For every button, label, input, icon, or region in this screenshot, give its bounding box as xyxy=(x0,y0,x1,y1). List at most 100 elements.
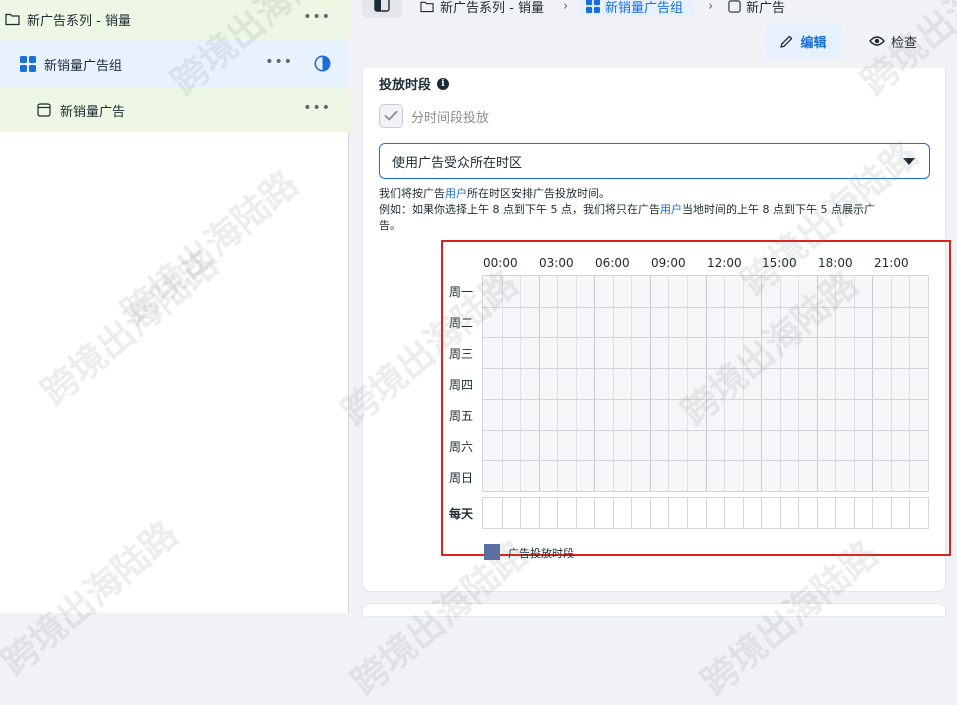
tree-item-adset[interactable]: 新销量广告组 ••• xyxy=(0,40,349,88)
info-icon[interactable]: i xyxy=(437,77,450,90)
hour-label: 00:00 xyxy=(483,256,518,270)
hour-label: 03:00 xyxy=(539,256,574,270)
grid-column-line xyxy=(575,276,577,491)
folder-icon xyxy=(420,1,434,12)
ad-name: 新销量广告 xyxy=(60,105,126,120)
day-label: 周六 xyxy=(449,440,474,454)
grid-column-line xyxy=(835,276,837,491)
next-card xyxy=(362,603,946,617)
grid-column-line xyxy=(612,276,614,491)
breadcrumb-adset[interactable]: 新销量广告组 xyxy=(586,0,683,16)
help-link-users[interactable]: 用户 xyxy=(445,187,467,200)
breadcrumb-campaign[interactable]: 新广告系列 - 销量 xyxy=(420,0,544,16)
grid-column-line xyxy=(668,276,670,491)
timezone-example-text-cont: 告。 xyxy=(379,219,401,232)
day-label: 周日 xyxy=(449,471,474,485)
pencil-icon xyxy=(780,35,793,48)
grid-column-line xyxy=(631,276,633,491)
hour-label: 09:00 xyxy=(651,256,686,270)
grid-column-line xyxy=(724,276,726,491)
legend-label: 广告投放时段 xyxy=(508,547,574,560)
inspect-button-label: 检查 xyxy=(890,35,917,51)
help-text: 当地时间的上午 8 点到下午 5 点展示广 xyxy=(681,203,875,216)
grid-column-line xyxy=(798,276,800,491)
hour-label: 12:00 xyxy=(707,256,742,270)
timezone-select[interactable]: 使用广告受众所在时区 xyxy=(379,143,930,179)
everyday-cell-divider xyxy=(742,498,744,528)
grid-column-line xyxy=(501,276,503,491)
schedule-title-text: 投放时段 xyxy=(379,78,432,93)
delivery-status-half-icon[interactable] xyxy=(314,55,331,72)
grid-column-line xyxy=(557,276,559,491)
everyday-cell-divider xyxy=(520,498,522,528)
sidebar-toggle-icon xyxy=(374,0,390,12)
tree-item-campaign[interactable]: 新广告系列 - 销量 ••• xyxy=(0,0,349,40)
everyday-cell-divider xyxy=(594,498,596,528)
hour-label: 06:00 xyxy=(595,256,630,270)
checkmark-icon xyxy=(384,110,398,121)
dayparting-label: 分时间段投放 xyxy=(411,111,490,126)
everyday-cell-divider xyxy=(798,498,800,528)
grid-column-line xyxy=(649,276,651,491)
day-label: 周三 xyxy=(449,347,474,361)
everyday-cell-divider xyxy=(686,498,688,528)
adset-more-button[interactable]: ••• xyxy=(265,54,293,70)
grid-row-line xyxy=(483,337,928,339)
help-link-users[interactable]: 用户 xyxy=(660,203,682,216)
everyday-row[interactable] xyxy=(482,497,929,529)
grid-column-line xyxy=(816,276,818,491)
schedule-grid[interactable] xyxy=(482,275,929,492)
tree-item-ad[interactable]: 新销量广告 ••• xyxy=(0,88,349,132)
dayparting-checkbox[interactable] xyxy=(379,104,403,128)
everyday-label: 每天 xyxy=(449,507,474,521)
caret-down-icon xyxy=(903,158,915,165)
campaign-name: 新广告系列 - 销量 xyxy=(27,14,131,29)
grid-column-line xyxy=(520,276,522,491)
breadcrumb-separator: › xyxy=(708,0,714,14)
adset-name: 新销量广告组 xyxy=(44,59,123,74)
breadcrumb-ad[interactable]: 新广告 xyxy=(728,0,785,16)
edit-button[interactable]: 编辑 xyxy=(765,23,841,59)
grid-column-line xyxy=(705,276,707,491)
breadcrumb-ad-label: 新广告 xyxy=(746,0,786,16)
grid-column-line xyxy=(853,276,855,491)
grid-column-line xyxy=(890,276,892,491)
everyday-cell-divider xyxy=(872,498,874,528)
ad-page-icon xyxy=(37,103,51,117)
everyday-cell-divider xyxy=(816,498,818,528)
ad-page-icon xyxy=(728,0,741,13)
grid-column-line xyxy=(872,276,874,491)
breadcrumb-adset-label: 新销量广告组 xyxy=(605,0,684,16)
timezone-example-text: 例如：如果你选择上午 8 点到下午 5 点，我们将只在广告用户当地时间的上午 8… xyxy=(379,203,875,217)
everyday-cell-divider xyxy=(501,498,503,528)
day-label: 周二 xyxy=(449,316,474,330)
grid-row-line xyxy=(483,368,928,370)
everyday-cell-divider xyxy=(538,498,540,528)
everyday-cell-divider xyxy=(705,498,707,528)
everyday-cell-divider xyxy=(557,498,559,528)
action-toolbar: 编辑 检查 xyxy=(350,18,957,68)
campaign-tree-panel: 新广告系列 - 销量 ••• 新销量广告组 ••• 新销量广告 ••• xyxy=(0,0,349,613)
grid-column-line xyxy=(594,276,596,491)
breadcrumb: 新广告系列 - 销量 › 新销量广告组 › 新广告 xyxy=(350,0,957,18)
everyday-cell-divider xyxy=(724,498,726,528)
ad-more-button[interactable]: ••• xyxy=(303,100,331,116)
everyday-cell-divider xyxy=(779,498,781,528)
hour-label: 15:00 xyxy=(762,256,797,270)
grid-column-line xyxy=(742,276,744,491)
campaign-more-button[interactable]: ••• xyxy=(303,9,331,25)
edit-button-label: 编辑 xyxy=(800,35,827,51)
timezone-select-value: 使用广告受众所在时区 xyxy=(392,155,523,171)
help-text: 例如：如果你选择上午 8 点到下午 5 点，我们将只在广告 xyxy=(379,203,660,216)
breadcrumb-separator: › xyxy=(563,0,569,14)
everyday-cell-divider xyxy=(835,498,837,528)
breadcrumb-campaign-label: 新广告系列 - 销量 xyxy=(440,0,544,16)
hour-label: 21:00 xyxy=(874,256,909,270)
everyday-cell-divider xyxy=(668,498,670,528)
everyday-cell-divider xyxy=(853,498,855,528)
everyday-cell-divider xyxy=(575,498,577,528)
eye-icon xyxy=(869,36,885,46)
panel-toggle-button[interactable] xyxy=(362,0,402,18)
inspect-button[interactable]: 检查 xyxy=(855,23,931,59)
everyday-cell-divider xyxy=(761,498,763,528)
